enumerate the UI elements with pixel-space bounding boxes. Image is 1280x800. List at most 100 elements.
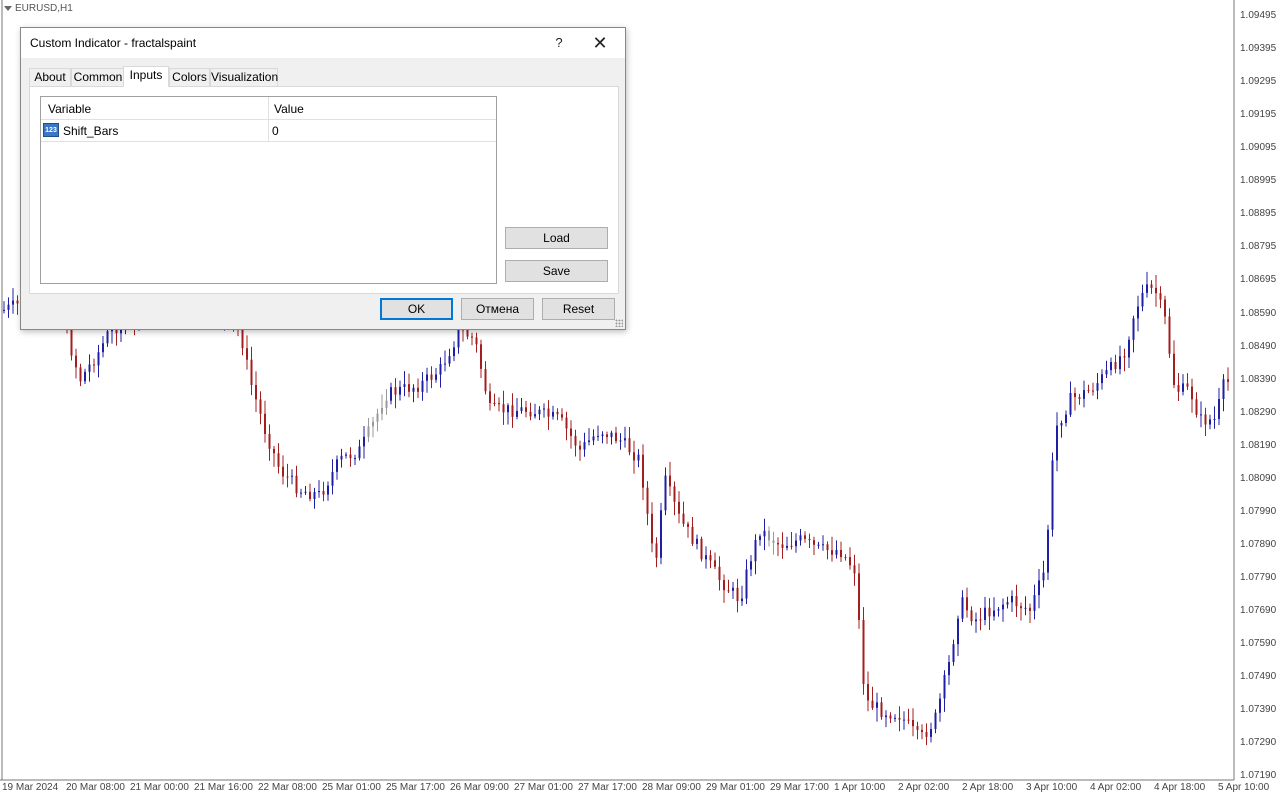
candle-body — [1159, 293, 1162, 300]
chart-symbol-label[interactable]: EURUSD,H1 — [4, 3, 73, 14]
candle-body — [304, 491, 307, 493]
price-tick: 1.08490 — [1240, 341, 1277, 352]
candle-body — [781, 544, 784, 548]
candle-body — [777, 543, 779, 545]
row-variable: Shift_Bars — [63, 124, 119, 138]
tab-common[interactable]: Common — [71, 68, 125, 86]
candle-body — [277, 453, 280, 467]
candle-body — [543, 408, 545, 410]
candle-body — [966, 597, 968, 611]
dialog-title: Custom Indicator - fractalspaint — [30, 36, 197, 50]
candle-body — [439, 364, 442, 375]
candle-body — [1191, 386, 1193, 400]
close-button[interactable]: ✕ — [585, 30, 615, 56]
candle-body — [16, 300, 19, 304]
table-row[interactable]: 123 Shift_Bars 0 — [41, 120, 496, 142]
row-value[interactable]: 0 — [272, 124, 279, 138]
candle-body — [1065, 414, 1067, 423]
candle-body — [687, 523, 689, 527]
dialog-titlebar[interactable]: Custom Indicator - fractalspaint ? ✕ — [21, 28, 625, 58]
candle-body — [984, 607, 986, 620]
candle-body — [957, 618, 959, 645]
candle-body — [399, 386, 401, 395]
candle-body — [106, 331, 109, 344]
candle-body — [669, 475, 671, 487]
save-button[interactable]: Save — [505, 260, 608, 282]
candle-body — [561, 414, 563, 418]
price-tick: 1.08995 — [1240, 175, 1277, 186]
inputs-grid[interactable]: Variable Value 123 Shift_Bars 0 — [40, 96, 497, 284]
candle-body — [372, 421, 374, 427]
time-tick: 4 Apr 02:00 — [1090, 782, 1142, 793]
candle-body — [1114, 362, 1117, 370]
candle-body — [655, 543, 658, 558]
close-icon: ✕ — [592, 33, 608, 53]
price-tick: 1.07590 — [1240, 638, 1277, 649]
candle-body — [664, 475, 667, 511]
candle-body — [1087, 390, 1090, 392]
load-button[interactable]: Load — [505, 227, 608, 249]
candle-body — [390, 387, 392, 401]
candle-body — [943, 675, 946, 699]
price-tick: 1.08390 — [1240, 374, 1277, 385]
candle-body — [768, 530, 770, 541]
help-button[interactable]: ? — [548, 30, 570, 56]
candle-body — [1209, 419, 1211, 425]
reset-button[interactable]: Reset — [542, 298, 615, 320]
price-tick: 1.07990 — [1240, 506, 1277, 517]
candle-body — [1164, 299, 1166, 317]
tab-colors[interactable]: Colors — [169, 68, 210, 86]
candle-body — [660, 510, 662, 558]
candle-body — [628, 438, 631, 453]
candle-body — [970, 610, 973, 622]
candle-body — [772, 540, 775, 543]
candle-body — [813, 540, 815, 545]
candle-body — [565, 417, 568, 429]
candle-body — [790, 545, 793, 547]
candle-body — [862, 620, 865, 685]
price-tick: 1.08290 — [1240, 407, 1277, 418]
candle-body — [606, 434, 608, 438]
candle-body — [1096, 383, 1099, 391]
column-header-variable[interactable]: Variable — [48, 102, 91, 116]
candle-body — [1168, 316, 1171, 354]
candle-body — [1002, 604, 1004, 610]
candle-body — [714, 560, 716, 567]
candle-body — [93, 364, 95, 366]
tab-visualization[interactable]: Visualization — [210, 68, 278, 86]
candle-body — [7, 304, 10, 310]
candle-body — [412, 387, 415, 392]
candle-body — [84, 371, 86, 382]
cancel-button[interactable]: Отмена — [461, 298, 534, 320]
candle-body — [601, 434, 604, 436]
candle-body — [763, 530, 766, 537]
tab-about[interactable]: About — [29, 68, 71, 86]
price-tick: 1.08695 — [1240, 274, 1277, 285]
candle-body — [255, 385, 257, 400]
candle-body — [1105, 370, 1108, 375]
price-tick: 1.09495 — [1240, 10, 1277, 21]
resize-grip-icon[interactable] — [615, 319, 623, 327]
price-tick: 1.09095 — [1240, 142, 1277, 153]
symbol-timeframe: EURUSD,H1 — [15, 3, 73, 14]
candle-body — [318, 491, 320, 493]
candle-body — [511, 405, 514, 417]
candle-body — [282, 466, 284, 477]
candle-body — [273, 448, 275, 454]
candle-body — [579, 445, 581, 450]
candle-body — [385, 400, 388, 408]
candle-body — [1015, 596, 1018, 607]
tab-inputs[interactable]: Inputs — [123, 66, 169, 87]
candle-body — [1110, 362, 1112, 371]
ok-button[interactable]: OK — [380, 298, 453, 320]
candle-body — [916, 726, 919, 730]
candle-body — [1029, 607, 1031, 611]
candle-body — [327, 485, 329, 495]
candle-body — [844, 557, 847, 559]
column-header-value[interactable]: Value — [274, 102, 304, 116]
time-tick: 19 Mar 2024 — [2, 782, 59, 793]
candle-body — [934, 712, 937, 729]
candle-body — [948, 662, 950, 676]
candle-body — [993, 610, 995, 617]
candle-body — [894, 717, 896, 719]
